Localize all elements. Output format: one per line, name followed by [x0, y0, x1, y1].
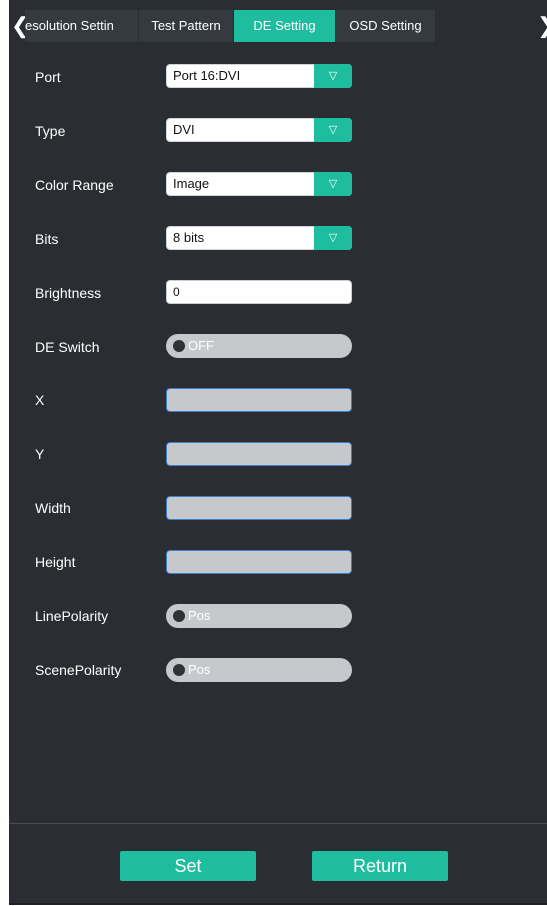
brightness-label: Brightness	[35, 285, 102, 301]
dropdown-arrow-icon[interactable]: ▽	[314, 64, 352, 88]
scene-polarity-label: ScenePolarity	[35, 662, 122, 678]
bits-label: Bits	[35, 231, 59, 247]
return-button[interactable]: Return	[312, 851, 448, 881]
port-label: Port	[35, 69, 61, 85]
toggle-knob	[173, 340, 185, 352]
x-input[interactable]	[166, 388, 352, 412]
type-label: Type	[35, 123, 66, 139]
tab-label: OSD Setting	[349, 18, 422, 33]
set-button[interactable]: Set	[120, 851, 256, 881]
line-polarity-label: LinePolarity	[35, 608, 109, 624]
tab-resolution-setting[interactable]: esolution Settin	[25, 10, 138, 42]
de-switch-toggle[interactable]: OFF	[166, 334, 352, 358]
height-input[interactable]	[166, 550, 352, 574]
width-label: Width	[35, 500, 71, 516]
tab-test-pattern[interactable]: Test Pattern	[139, 10, 233, 42]
tab-label: esolution Settin	[25, 18, 114, 33]
de-setting-panel: ❮ esolution Settin Test Pattern DE Setti…	[9, 0, 547, 905]
color-range-select[interactable]: Image ▽	[166, 172, 352, 196]
width-input[interactable]	[166, 496, 352, 520]
footer-divider	[9, 823, 547, 824]
y-input[interactable]	[166, 442, 352, 466]
x-label: X	[35, 392, 45, 408]
type-select[interactable]: DVI ▽	[166, 118, 352, 142]
height-label: Height	[35, 554, 76, 570]
dropdown-arrow-icon[interactable]: ▽	[314, 172, 352, 196]
tab-label: Test Pattern	[151, 18, 221, 33]
toggle-state: Pos	[188, 608, 211, 623]
scene-polarity-toggle[interactable]: Pos	[166, 658, 352, 682]
color-range-label: Color Range	[35, 177, 114, 193]
toggle-state: OFF	[188, 338, 214, 353]
line-polarity-toggle[interactable]: Pos	[166, 604, 352, 628]
bits-value: 8 bits	[173, 230, 205, 245]
de-switch-label: DE Switch	[35, 339, 100, 355]
tab-osd-setting[interactable]: OSD Setting	[336, 10, 435, 42]
port-value: Port 16:DVI	[173, 68, 241, 83]
tab-label: DE Setting	[253, 18, 316, 33]
type-value: DVI	[173, 122, 195, 137]
toggle-knob	[173, 610, 185, 622]
chevron-right-icon[interactable]: ❯	[537, 14, 547, 38]
port-select[interactable]: Port 16:DVI ▽	[166, 64, 352, 88]
y-label: Y	[35, 446, 45, 462]
toggle-state: Pos	[188, 662, 211, 677]
toggle-knob	[173, 664, 185, 676]
tab-bar: ❮ esolution Settin Test Pattern DE Setti…	[9, 10, 547, 42]
dropdown-arrow-icon[interactable]: ▽	[314, 226, 352, 250]
tab-de-setting[interactable]: DE Setting	[234, 10, 335, 42]
brightness-input[interactable]: 0	[166, 280, 352, 304]
bits-select[interactable]: 8 bits ▽	[166, 226, 352, 250]
color-range-value: Image	[173, 176, 210, 191]
dropdown-arrow-icon[interactable]: ▽	[314, 118, 352, 142]
